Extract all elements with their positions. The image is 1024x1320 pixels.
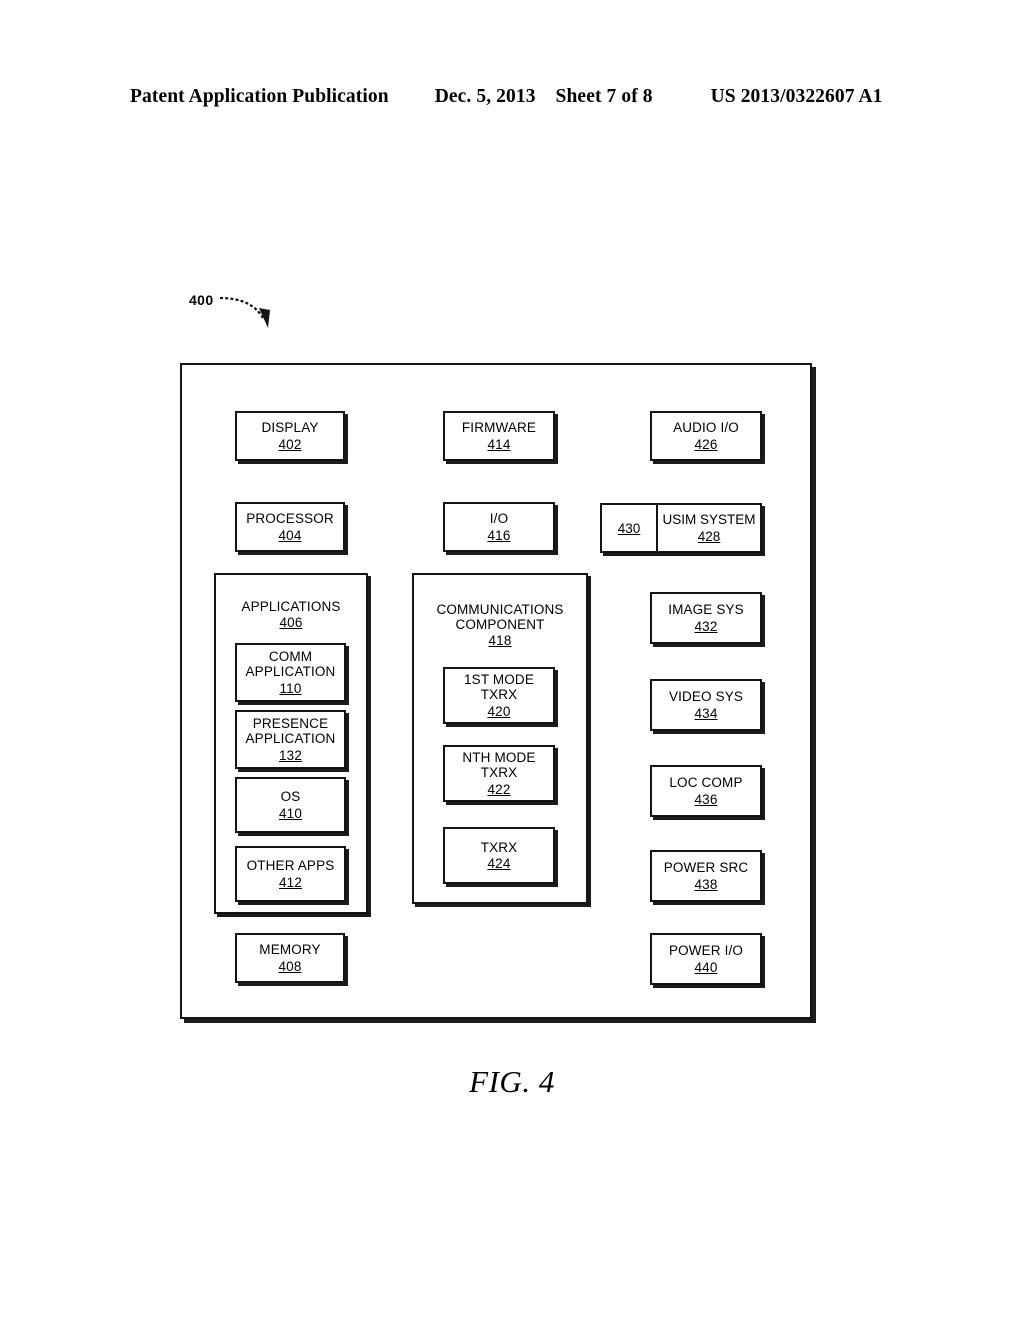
header-sheet-number: Sheet 7 of 8: [555, 86, 653, 107]
block-usim-number: 428: [697, 528, 721, 544]
header-date: Dec. 5, 2013: [434, 86, 536, 107]
block-os-number: 410: [279, 805, 302, 821]
block-loc-comp-label: LOC COMP: [669, 775, 743, 791]
group-applications-label: APPLICATIONS: [241, 599, 341, 614]
figure-reference-numeral: 400: [189, 292, 214, 308]
block-memory-number: 408: [278, 958, 302, 974]
group-applications-title: APPLICATIONS 406: [216, 599, 366, 630]
block-nth-mode-txrx-number: 422: [487, 781, 511, 797]
header-patent-number: US 2013/0322607 A1: [710, 86, 883, 107]
block-io-number: 416: [487, 527, 511, 543]
block-nth-mode-txrx: NTH MODE TXRX 422: [443, 745, 555, 802]
block-os-label: OS: [280, 789, 301, 805]
block-usim-system: 430 USIM SYSTEM 428: [600, 503, 762, 553]
block-processor-number: 404: [278, 527, 302, 543]
block-other-apps-number: 412: [279, 874, 302, 890]
block-firmware: FIRMWARE 414: [443, 411, 555, 461]
block-video-sys: VIDEO SYS 434: [650, 679, 762, 731]
figure-caption: FIG. 4: [469, 1064, 555, 1099]
block-1st-mode-txrx-label: 1ST MODE TXRX: [464, 672, 534, 703]
block-audio-io: AUDIO I/O 426: [650, 411, 762, 461]
block-comm-application-number: 110: [279, 680, 302, 696]
block-txrx-label: TXRX: [480, 839, 518, 855]
block-power-src: POWER SRC 438: [650, 850, 762, 902]
block-usim-label: USIM SYSTEM: [662, 512, 756, 528]
header-publication: Patent Application Publication: [130, 86, 389, 107]
block-loc-comp-number: 436: [694, 791, 718, 807]
block-presence-application-number: 132: [279, 747, 302, 763]
block-loc-comp: LOC COMP 436: [650, 765, 762, 817]
group-communications-number: 418: [488, 633, 512, 649]
block-io-label: I/O: [489, 511, 509, 527]
block-1st-mode-txrx: 1ST MODE TXRX 420: [443, 667, 555, 724]
block-presence-application: PRESENCE APPLICATION 132: [235, 710, 346, 769]
reference-arrow-icon: [219, 296, 270, 328]
block-image-sys: IMAGE SYS 432: [650, 592, 762, 644]
group-applications-number: 406: [279, 615, 303, 631]
block-firmware-label: FIRMWARE: [461, 420, 537, 436]
block-usim-side-number: 430: [617, 520, 641, 536]
block-comm-application: COMM APPLICATION 110: [235, 643, 346, 702]
block-image-sys-number: 432: [694, 618, 718, 634]
block-presence-application-label: PRESENCE APPLICATION: [245, 716, 336, 747]
block-image-sys-label: IMAGE SYS: [668, 602, 744, 618]
block-usim-main-compartment: USIM SYSTEM 428: [658, 505, 760, 551]
block-memory-label: MEMORY: [259, 942, 321, 958]
block-os: OS 410: [235, 777, 346, 833]
block-audio-io-label: AUDIO I/O: [673, 420, 739, 436]
block-display: DISPLAY 402: [235, 411, 345, 461]
block-processor-label: PROCESSOR: [246, 511, 334, 527]
page-header: Patent Application Publication Dec. 5, 2…: [130, 86, 894, 108]
block-power-io: POWER I/O 440: [650, 933, 762, 985]
block-power-src-number: 438: [694, 876, 718, 892]
block-power-io-number: 440: [694, 959, 718, 975]
block-nth-mode-txrx-label: NTH MODE TXRX: [462, 750, 536, 781]
block-other-apps: OTHER APPS 412: [235, 846, 346, 902]
block-comm-application-label: COMM APPLICATION: [245, 649, 336, 680]
block-power-src-label: POWER SRC: [663, 860, 749, 876]
block-video-sys-label: VIDEO SYS: [668, 689, 744, 705]
block-memory: MEMORY 408: [235, 933, 345, 983]
block-usim-side-compartment: 430: [602, 505, 658, 551]
block-audio-io-number: 426: [694, 436, 718, 452]
block-display-label: DISPLAY: [261, 420, 319, 436]
block-video-sys-number: 434: [694, 705, 718, 721]
block-power-io-label: POWER I/O: [668, 943, 744, 959]
group-communications-title: COMMUNICATIONS COMPONENT 418: [414, 602, 586, 648]
block-txrx: TXRX 424: [443, 827, 555, 884]
block-1st-mode-txrx-number: 420: [487, 703, 511, 719]
block-display-number: 402: [278, 436, 302, 452]
block-processor: PROCESSOR 404: [235, 502, 345, 552]
block-txrx-number: 424: [487, 856, 511, 871]
block-other-apps-label: OTHER APPS: [246, 858, 335, 874]
group-communications-label: COMMUNICATIONS COMPONENT: [436, 602, 564, 633]
block-firmware-number: 414: [487, 436, 511, 452]
block-io: I/O 416: [443, 502, 555, 552]
